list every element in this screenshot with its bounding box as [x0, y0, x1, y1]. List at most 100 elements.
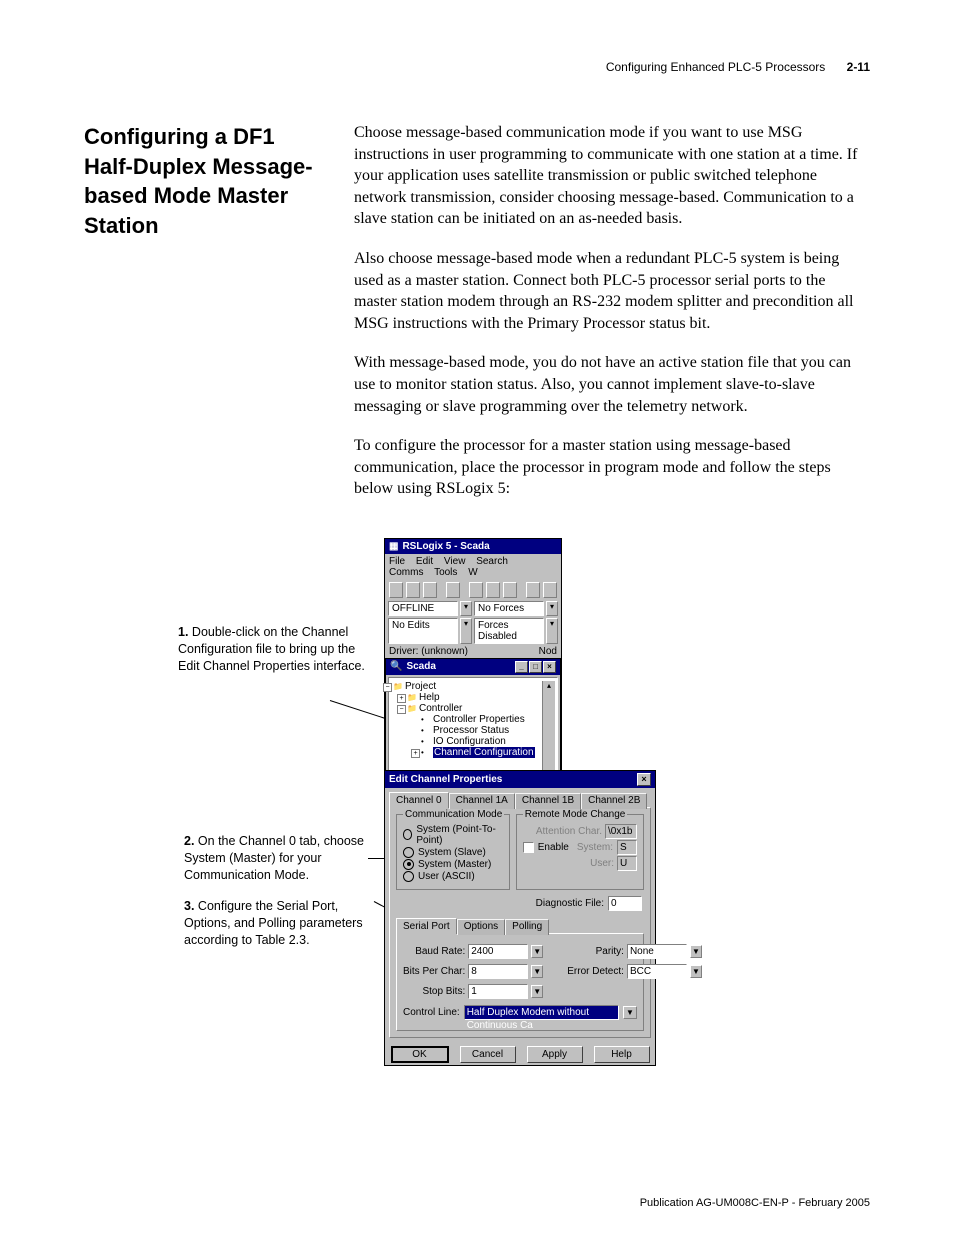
system-field: S [617, 840, 637, 855]
error-detect-field[interactable]: BCC [627, 964, 687, 979]
new-icon[interactable] [389, 582, 403, 598]
group-legend: Communication Mode [403, 809, 504, 820]
diagnostic-file-label: Diagnostic File: [536, 898, 604, 909]
running-header: Configuring Enhanced PLC-5 Processors 2-… [84, 60, 870, 74]
cancel-button[interactable]: Cancel [460, 1046, 516, 1063]
menu-window[interactable]: W [468, 567, 477, 578]
window-title: RSLogix 5 - Scada [402, 541, 489, 552]
chevron-down-icon[interactable]: ▼ [690, 965, 702, 978]
parity-field[interactable]: None [627, 944, 687, 959]
bits-per-char-field[interactable]: 8 [468, 964, 528, 979]
online-status: OFFLINE [388, 601, 458, 616]
attention-char-label: Attention Char. [536, 826, 602, 837]
tab-channel-1a[interactable]: Channel 1A [449, 793, 515, 809]
page-number: 2-11 [847, 60, 870, 74]
paragraph: To configure the processor for a master … [354, 435, 870, 500]
menu-view[interactable]: View [444, 556, 466, 567]
baud-rate-field[interactable]: 2400 [468, 944, 528, 959]
publication-footer: Publication AG-UM008C-EN-P - February 20… [640, 1197, 870, 1209]
tree-processor-status[interactable]: Processor Status [421, 725, 542, 736]
apply-button[interactable]: Apply [527, 1046, 583, 1063]
annotation-1: 1. Double-click on the Channel Configura… [178, 624, 380, 675]
window-titlebar: ▦ RSLogix 5 - Scada [385, 539, 561, 554]
menu-search[interactable]: Search [476, 556, 508, 567]
chevron-down-icon[interactable]: ▼ [531, 945, 543, 958]
diagnostic-file-field[interactable]: 0 [608, 896, 642, 911]
minimize-icon[interactable]: _ [515, 661, 528, 673]
tree-controller-properties[interactable]: Controller Properties [421, 714, 542, 725]
chevron-down-icon[interactable]: ▼ [531, 965, 543, 978]
channel-tabs: Channel 0 Channel 1A Channel 1B Channel … [385, 788, 655, 807]
radio-user-ascii[interactable]: User (ASCII) [403, 871, 503, 882]
dropdown-icon[interactable]: ▾ [546, 618, 558, 644]
dialog-buttons: OK Cancel Apply Help [385, 1042, 655, 1065]
menu-file[interactable]: File [389, 556, 405, 567]
stop-bits-field[interactable]: 1 [468, 984, 528, 999]
tab-serial-port[interactable]: Serial Port [396, 918, 457, 934]
dialog-titlebar: Edit Channel Properties × [385, 771, 655, 788]
body-text: Choose message-based communication mode … [354, 122, 870, 518]
chevron-down-icon[interactable]: ▼ [531, 985, 543, 998]
annotation-3: 3. Configure the Serial Port, Options, a… [184, 898, 380, 949]
tree-project[interactable]: −Project +Help −Controller Controller Pr… [393, 681, 542, 758]
tab-channel-2b[interactable]: Channel 2B [581, 793, 647, 809]
tab-options[interactable]: Options [457, 919, 505, 935]
tree-help[interactable]: +Help [407, 692, 542, 703]
ok-button[interactable]: OK [391, 1046, 449, 1063]
group-legend: Remote Mode Change [523, 809, 628, 820]
stop-bits-label: Stop Bits: [403, 986, 465, 997]
open-icon[interactable] [406, 582, 420, 598]
help-button[interactable]: Help [594, 1046, 650, 1063]
rslogix-window: ▦ RSLogix 5 - Scada File Edit View Searc… [384, 538, 562, 793]
menu-tools[interactable]: Tools [434, 567, 457, 578]
parity-label: Parity: [567, 946, 624, 957]
baud-rate-label: Baud Rate: [403, 946, 465, 957]
tree-io-configuration[interactable]: IO Configuration [421, 736, 542, 747]
dropdown-icon[interactable]: ▾ [460, 618, 472, 644]
redo-icon[interactable] [543, 582, 557, 598]
cut-icon[interactable] [469, 582, 483, 598]
menu-edit[interactable]: Edit [416, 556, 433, 567]
tab-channel-0[interactable]: Channel 0 [389, 792, 449, 808]
tab-polling[interactable]: Polling [505, 919, 549, 935]
radio-system-master[interactable]: System (Master) [403, 859, 503, 870]
paste-icon[interactable] [503, 582, 517, 598]
communication-mode-group: Communication Mode System (Point-To-Poin… [396, 814, 510, 890]
attention-char-field: \0x1b [605, 824, 637, 839]
maximize-icon[interactable]: □ [529, 661, 542, 673]
control-line-field[interactable]: Half Duplex Modem without Continuous Ca [464, 1005, 619, 1020]
chevron-down-icon[interactable]: ▼ [623, 1006, 637, 1019]
tab-channel-1b[interactable]: Channel 1B [515, 793, 581, 809]
subwindow-title: Scada [406, 661, 435, 672]
user-field: U [617, 856, 637, 871]
save-icon[interactable] [423, 582, 437, 598]
close-icon[interactable]: × [637, 773, 651, 786]
enable-checkbox[interactable] [523, 842, 534, 853]
system-label: System: [577, 842, 613, 853]
chevron-down-icon[interactable]: ▼ [690, 945, 702, 958]
section-heading: Configuring a DF1 Half-Duplex Message-ba… [84, 122, 326, 241]
node-label: Nod [539, 646, 557, 657]
annotation-2: 2. On the Channel 0 tab, choose System (… [184, 833, 380, 884]
dropdown-icon[interactable]: ▾ [460, 601, 472, 616]
undo-icon[interactable] [526, 582, 540, 598]
menubar[interactable]: File Edit View Search Comms Tools W [385, 554, 561, 580]
tree-channel-configuration[interactable]: +Channel Configuration [421, 747, 542, 758]
control-line-label: Control Line: [403, 1007, 460, 1018]
toolbar [385, 580, 561, 600]
paragraph: With message-based mode, you do not have… [354, 352, 870, 417]
serial-subtabs: Serial Port Options Polling [396, 917, 644, 933]
menu-comms[interactable]: Comms [389, 567, 423, 578]
radio-system-slave[interactable]: System (Slave) [403, 847, 503, 858]
app-icon: ▦ [389, 541, 398, 552]
print-icon[interactable] [446, 582, 460, 598]
radio-system-ptp[interactable]: System (Point-To-Point) [403, 824, 503, 846]
copy-icon[interactable] [486, 582, 500, 598]
forces-enabled-status: Forces Disabled [474, 618, 544, 644]
paragraph: Also choose message-based mode when a re… [354, 248, 870, 334]
edits-status: No Edits [388, 618, 458, 644]
bits-per-char-label: Bits Per Char: [403, 966, 465, 977]
close-icon[interactable]: × [543, 661, 556, 673]
tree-controller[interactable]: −Controller Controller Properties Proces… [407, 703, 542, 758]
dropdown-icon[interactable]: ▾ [546, 601, 558, 616]
